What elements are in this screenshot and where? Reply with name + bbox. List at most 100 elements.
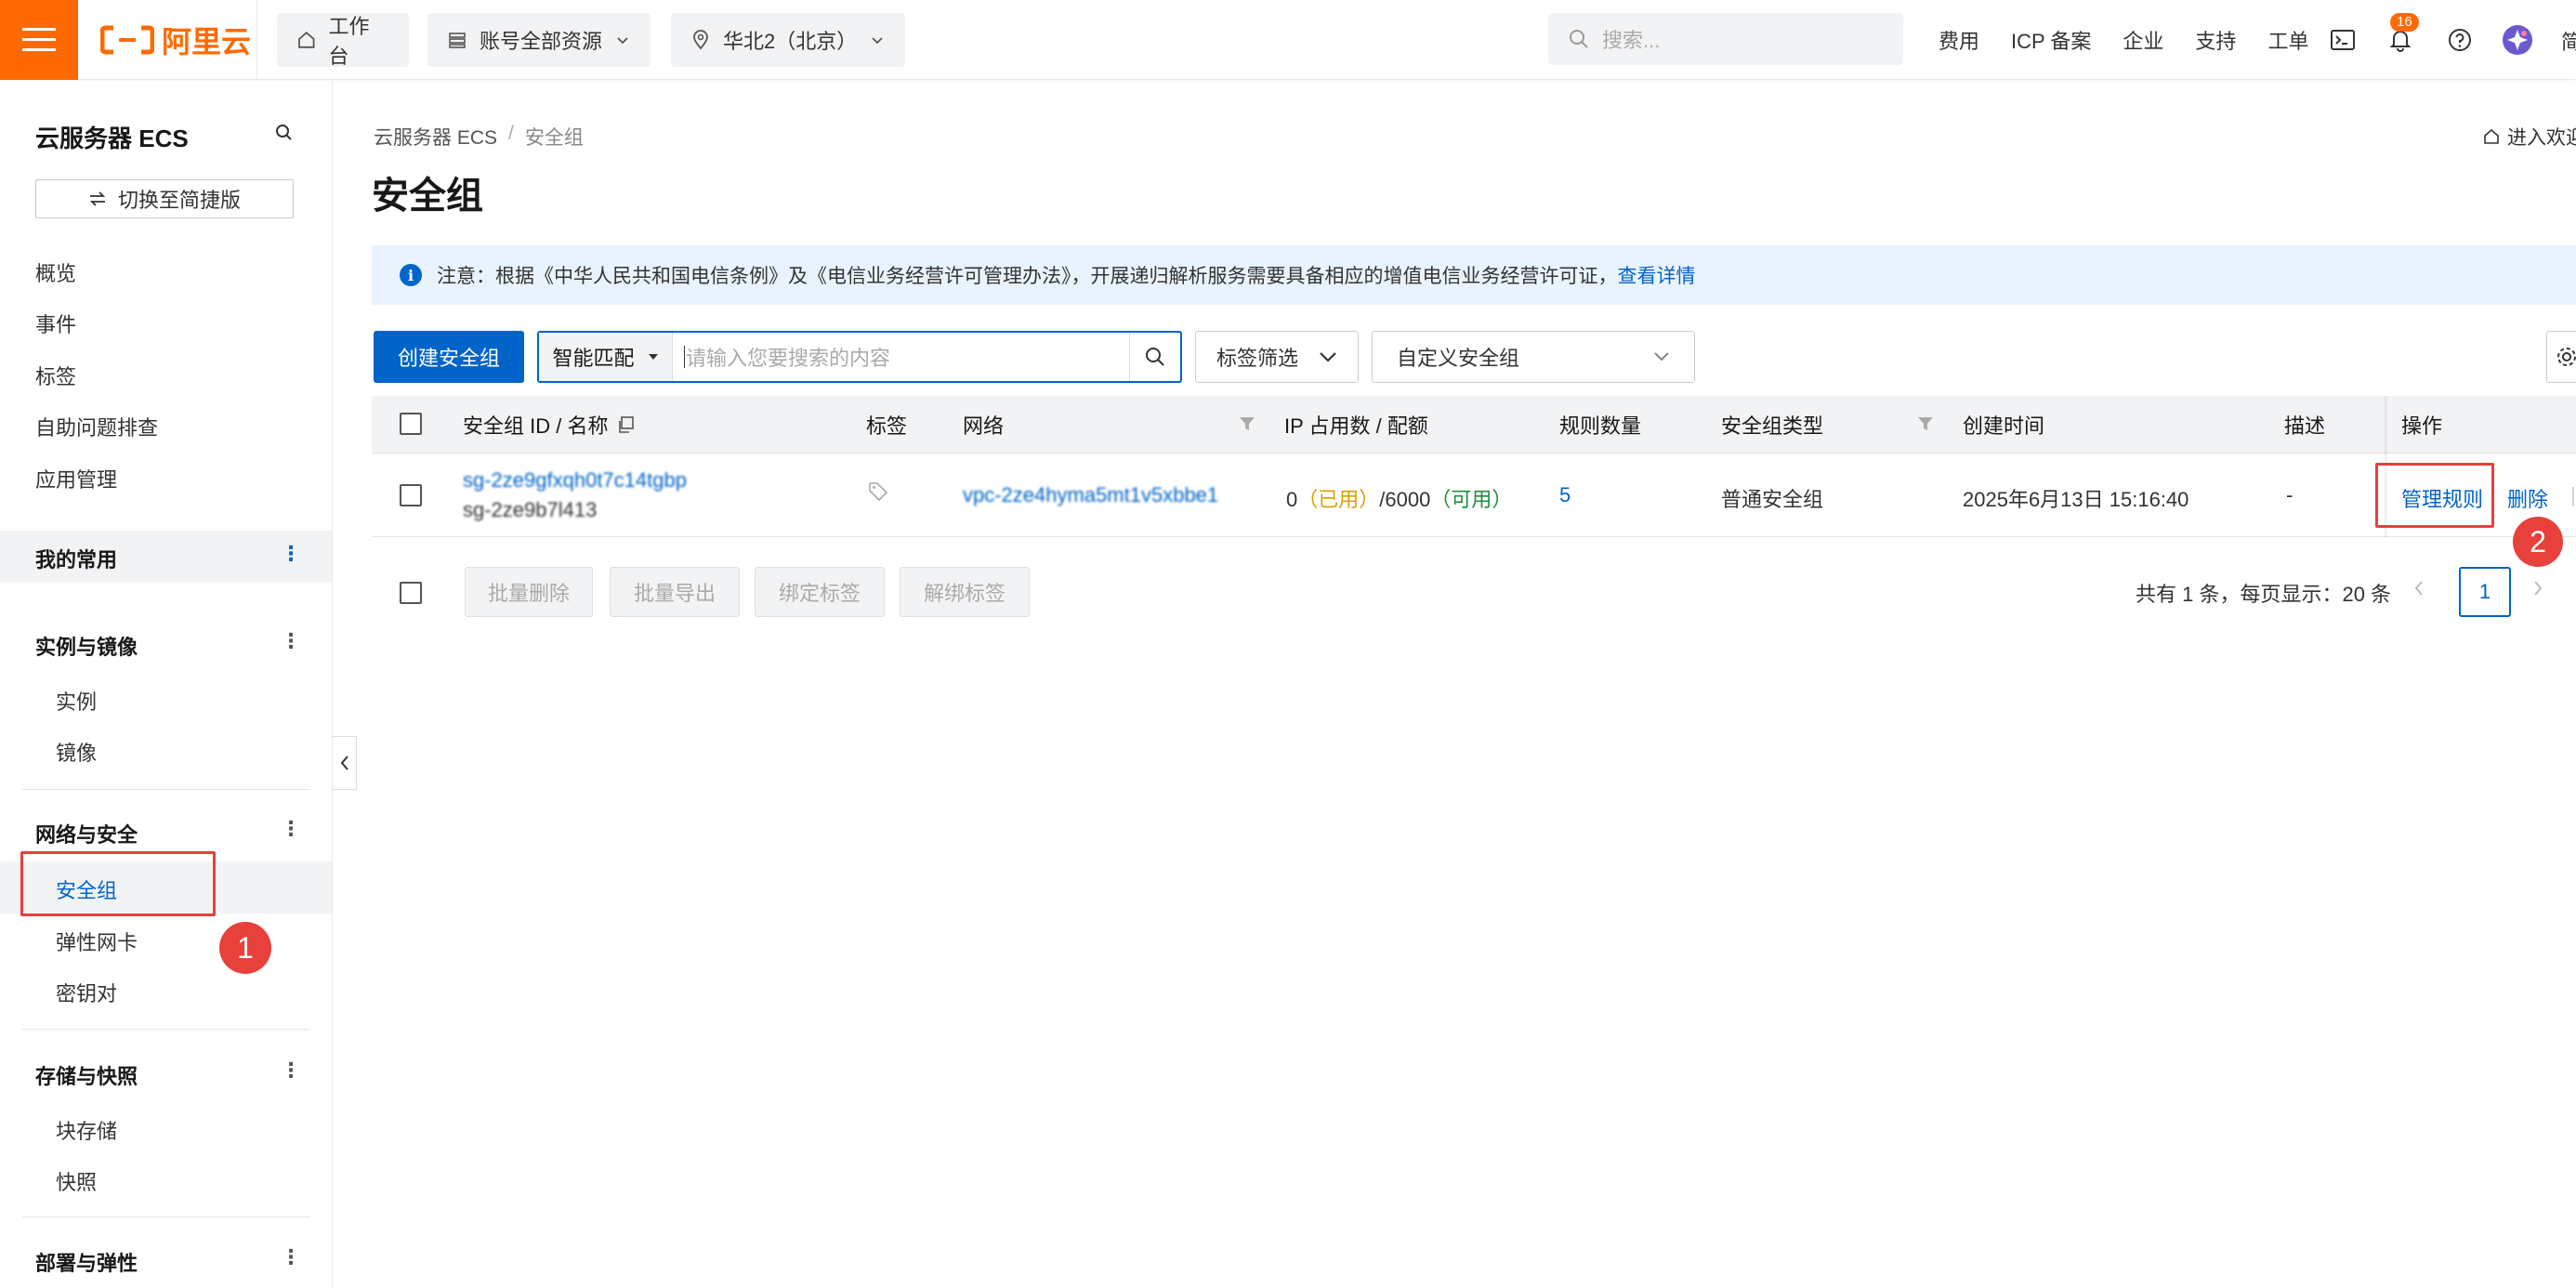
logo-text: 阿里云 [162, 25, 252, 59]
sidebar-group-deploy[interactable]: 部署与弹性 [35, 1247, 138, 1277]
divider [256, 0, 257, 80]
sidebar-group-network[interactable]: 网络与安全 [35, 819, 138, 848]
breadcrumb-separator: / [508, 123, 514, 144]
row-checkbox[interactable] [400, 484, 422, 506]
search-group: 智能匹配 请输入您要搜索的内容 [537, 331, 1182, 383]
sidebar-item-images[interactable]: 镜像 [56, 737, 97, 767]
search-button[interactable] [1130, 333, 1180, 381]
more-icon[interactable]: ⋮ [281, 542, 301, 566]
ip-usage: 0（已用）/6000（可用） [1286, 483, 1512, 513]
switch-label: 切换至简捷版 [117, 189, 241, 212]
workbench-button[interactable]: 工作台 [277, 13, 409, 68]
search-icon[interactable] [275, 124, 294, 147]
copy-icon[interactable] [617, 416, 635, 433]
page-1-button[interactable]: 1 [2459, 567, 2511, 617]
sidebar-group-favorites[interactable]: 我的常用 [35, 544, 117, 573]
switch-simple-button[interactable]: 切换至简捷版 [35, 179, 294, 218]
search-input[interactable]: 请输入您要搜索的内容 [673, 333, 1130, 381]
search-icon [1146, 348, 1164, 366]
more-icon[interactable]: ⋮ [281, 1058, 301, 1083]
settings-button[interactable] [2546, 331, 2576, 383]
breadcrumb-ecs[interactable]: 云服务器 ECS [374, 123, 497, 151]
workbench-label: 工作台 [328, 15, 370, 68]
custom-security-group-select[interactable]: 自定义安全组 [1372, 331, 1695, 383]
rules-count-link[interactable]: 5 [1559, 483, 1571, 507]
gear-icon [2557, 348, 2576, 366]
unbind-tags-button[interactable]: 解绑标签 [900, 567, 1030, 617]
select-all-checkbox[interactable] [400, 413, 422, 435]
tag-filter-button[interactable]: 标签筛选 [1195, 331, 1359, 383]
help-icon[interactable] [2444, 24, 2476, 56]
region-dropdown[interactable]: 华北2（北京） [671, 13, 905, 67]
sidebar: 云服务器 ECS 切换至简捷版 概览 事件 标签 自助问题排查 应用管理 我的常… [0, 81, 333, 1288]
chevron-left-icon [2414, 581, 2423, 596]
sidebar-item-snapshots[interactable]: 快照 [56, 1166, 97, 1196]
match-mode-select[interactable]: 智能匹配 [539, 333, 673, 381]
filter-icon[interactable] [1238, 414, 1256, 433]
more-icon[interactable]: ⋮ [281, 817, 301, 841]
link-ticket[interactable]: 工单 [2267, 25, 2308, 55]
sidebar-item-tags[interactable]: 标签 [35, 361, 76, 390]
sidebar-item-block-storage[interactable]: 块存储 [56, 1115, 117, 1145]
network-vpc-link[interactable]: vpc-2ze4hyma5mt1v5xbbe1 [963, 483, 1218, 507]
page-title: 安全组 [372, 176, 483, 217]
chevron-down-icon [872, 37, 883, 45]
search-input-placeholder: 请输入您要搜索的内容 [686, 347, 891, 370]
home-icon [298, 32, 315, 48]
chevron-right-icon [2534, 581, 2543, 596]
tag-filter-label: 标签筛选 [1216, 347, 1298, 370]
sidebar-item-keypairs[interactable]: 密钥对 [56, 978, 117, 1007]
link-icp[interactable]: ICP 备案 [2011, 25, 2091, 55]
chevron-down-icon [1654, 352, 1669, 361]
batch-delete-button[interactable]: 批量删除 [465, 567, 593, 617]
link-enterprise[interactable]: 企业 [2123, 25, 2163, 55]
ip-used-label: （已用） [1297, 488, 1380, 511]
col-tags: 标签 [866, 414, 908, 438]
link-support[interactable]: 支持 [2195, 25, 2236, 55]
ip-avail-label: （可用） [1430, 488, 1513, 511]
col-type: 安全组类型 [1721, 414, 1824, 438]
partial-menu-text[interactable]: 简 [2561, 26, 2576, 56]
search-icon [1570, 30, 1588, 48]
table-row: sg-2ze9gfxqh0t7c14tgbp sg-2ze9b7l413 vpc… [372, 453, 2576, 537]
created-time: 2025年6月13日 15:16:40 [1963, 488, 2189, 511]
sidebar-group-storage[interactable]: 存储与快照 [35, 1060, 138, 1090]
bind-tags-button[interactable]: 绑定标签 [755, 567, 885, 617]
next-page-button[interactable] [2531, 578, 2544, 605]
avatar[interactable] [2502, 24, 2533, 56]
resources-dropdown[interactable]: 账号全部资源 [427, 13, 651, 67]
create-security-group-button[interactable]: 创建安全组 [374, 331, 524, 383]
sidebar-item-instances[interactable]: 实例 [56, 686, 97, 716]
col-created: 创建时间 [1963, 414, 2045, 438]
col-rules: 规则数量 [1559, 414, 1642, 438]
aliyun-logo-icon [100, 25, 154, 55]
menu-icon[interactable] [0, 0, 78, 80]
more-icon[interactable]: ⋮ [281, 629, 301, 653]
terminal-icon[interactable] [2327, 24, 2359, 56]
delete-link[interactable]: 删除 [2507, 483, 2548, 513]
footer-select-all-checkbox[interactable] [400, 582, 422, 604]
sidebar-item-overview[interactable]: 概览 [35, 257, 76, 287]
sidebar-item-app-management[interactable]: 应用管理 [35, 464, 117, 493]
global-search-input[interactable]: 搜索... [1548, 13, 1903, 65]
col-ip-quota: IP 占用数 / 配额 [1284, 414, 1428, 438]
aliyun-logo[interactable]: 阿里云 [100, 20, 251, 59]
sidebar-item-eni[interactable]: 弹性网卡 [56, 927, 138, 956]
divider [22, 1029, 310, 1030]
sidebar-collapse-button[interactable] [333, 736, 357, 790]
prev-page-button[interactable] [2412, 578, 2425, 605]
more-icon[interactable]: ⋮ [281, 1245, 301, 1269]
sidebar-group-instances[interactable]: 实例与镜像 [35, 631, 138, 661]
link-billing[interactable]: 费用 [1939, 25, 1979, 55]
col-network: 网络 [963, 414, 1005, 438]
sidebar-item-troubleshoot[interactable]: 自助问题排查 [35, 412, 158, 441]
sidebar-item-events[interactable]: 事件 [35, 309, 76, 338]
notice-detail-link[interactable]: 查看详情 [1618, 266, 1696, 287]
batch-export-button[interactable]: 批量导出 [610, 567, 740, 617]
filter-icon[interactable] [1916, 414, 1935, 433]
enter-welcome-link[interactable]: 进入欢迎 [2483, 123, 2576, 151]
chevron-down-icon [617, 37, 628, 45]
tag-icon[interactable] [868, 481, 888, 507]
resources-label: 账号全部资源 [480, 30, 603, 53]
security-group-id-link[interactable]: sg-2ze9gfxqh0t7c14tgbp [463, 468, 687, 493]
